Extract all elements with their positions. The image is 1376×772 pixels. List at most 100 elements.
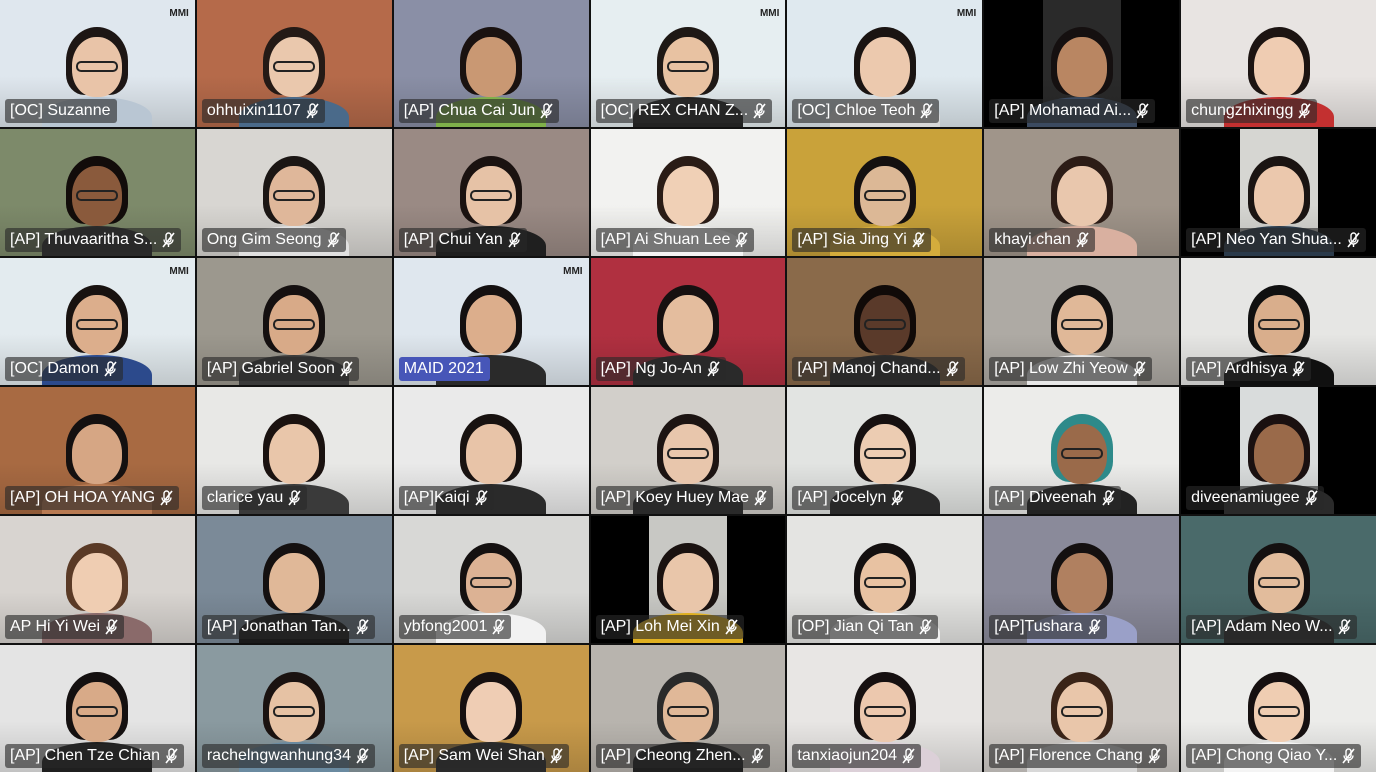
participant-name: ybfong2001 — [403, 618, 488, 635]
participant-tile[interactable]: [AP] Loh Mei Xin — [590, 516, 786, 643]
participant-name: [AP] Ng Jo-An — [600, 360, 702, 377]
participant-name-label: [AP] Ng Jo-An — [595, 357, 726, 381]
participant-tile[interactable]: tanxiaojun204 — [787, 645, 983, 772]
participant-tile[interactable]: [AP] Manoj Chand... — [787, 258, 983, 385]
participant-tile[interactable]: Ong Gim Seong — [196, 129, 392, 256]
participant-name: tanxiaojun204 — [797, 747, 898, 764]
participant-name-label: [AP] OH HOA YANG — [5, 486, 180, 510]
participant-tile[interactable]: MMI [OC] Suzanne — [0, 0, 195, 127]
participant-tile[interactable]: chungzhixingg — [1181, 0, 1376, 127]
participant-tile[interactable]: [AP] Thuvaaritha S... — [0, 129, 195, 256]
participant-tile[interactable]: [AP]Tushara — [984, 516, 1180, 643]
participant-name-label: MAID 2021 — [398, 357, 490, 381]
participant-name-label: [OC] Chloe Teoh — [792, 99, 940, 123]
participant-name-label: [AP] Ai Shuan Lee — [595, 228, 755, 252]
participant-name-label: [AP] Thuvaaritha S... — [5, 228, 182, 252]
participant-name: [OC] Suzanne — [10, 102, 111, 119]
participant-tile[interactable]: [AP] Cheong Zhen... — [590, 645, 786, 772]
participant-name-label: Ong Gim Seong — [201, 228, 346, 252]
muted-mic-icon — [105, 619, 118, 635]
participant-tile[interactable]: diveenamiugee — [1181, 387, 1376, 514]
participant-tile[interactable]: [AP] Jocelyn — [787, 387, 983, 514]
participant-tile[interactable]: [AP] Ai Shuan Lee — [590, 129, 786, 256]
participant-tile[interactable]: [AP] Ng Jo-An — [590, 258, 786, 385]
participant-tile[interactable]: ybfong2001 — [393, 516, 589, 643]
participant-face — [269, 553, 320, 613]
participant-name: ohhuixin1107 — [206, 102, 301, 119]
muted-mic-icon — [918, 619, 932, 635]
participant-tile[interactable]: MMI [OC] Chloe Teoh — [787, 0, 983, 127]
participant-tile[interactable]: [AP] Adam Neo W... — [1181, 516, 1376, 643]
participant-tile[interactable]: [AP] Koey Huey Mae — [590, 387, 786, 514]
participant-tile[interactable]: ohhuixin1107 — [196, 0, 392, 127]
muted-mic-icon — [707, 361, 720, 377]
glasses — [273, 319, 316, 330]
muted-mic-icon — [1292, 361, 1305, 377]
muted-mic-icon — [356, 748, 369, 764]
glasses — [273, 61, 316, 72]
participant-tile[interactable]: [AP] Ardhisya — [1181, 258, 1376, 385]
participant-name-label: [AP] Florence Chang — [989, 744, 1167, 768]
participant-name: [AP] Ai Shuan Lee — [600, 231, 731, 248]
muted-mic-icon — [540, 103, 553, 119]
glasses — [1060, 706, 1103, 717]
participant-tile[interactable]: [AP] Florence Chang — [984, 645, 1180, 772]
participant-tile[interactable]: [AP] Sia Jing Yi — [787, 129, 983, 256]
participant-name: [AP] Chui Yan — [403, 231, 503, 248]
participant-tile[interactable]: [AP] Low Zhi Yeow — [984, 258, 1180, 385]
muted-mic-icon — [920, 103, 934, 119]
participant-tile[interactable]: [AP] Chui Yan — [393, 129, 589, 256]
participant-name: AP Hi Yi Wei — [10, 618, 101, 635]
participant-name-label: ohhuixin1107 — [201, 99, 325, 123]
participant-tile[interactable]: [AP] Chong Qiao Y... — [1181, 645, 1376, 772]
participant-tile[interactable]: [AP] Diveenah — [984, 387, 1180, 514]
glasses — [76, 706, 119, 717]
participant-tile[interactable]: [AP] OH HOA YANG — [0, 387, 195, 514]
participant-name: rachelngwanhung34 — [206, 747, 351, 764]
glasses — [76, 61, 119, 72]
participant-name-label: [AP] Loh Mei Xin — [595, 615, 744, 639]
participant-name: clarice yau — [206, 489, 284, 506]
participant-tile[interactable]: AP Hi Yi Wei — [0, 516, 195, 643]
participant-name-label: [AP] Ardhisya — [1186, 357, 1312, 381]
participant-name-label: [AP] Neo Yan Shua... — [1186, 228, 1366, 252]
muted-mic-icon — [550, 748, 563, 764]
muted-mic-icon — [288, 490, 301, 506]
glasses — [1257, 577, 1300, 588]
participant-face — [72, 553, 123, 613]
muted-mic-icon — [912, 232, 925, 248]
participant-tile[interactable]: MMI [OC] REX CHAN Z... — [590, 0, 786, 127]
participant-tile[interactable]: khayi.chan — [984, 129, 1180, 256]
participant-tile[interactable]: clarice yau — [196, 387, 392, 514]
participant-name-label: [AP] Cheong Zhen... — [595, 744, 770, 768]
participant-tile[interactable]: [AP] Chua Cai Jun — [393, 0, 589, 127]
participant-name-label: [OP] Jian Qi Tan — [792, 615, 938, 639]
participant-tile[interactable]: [AP] Sam Wei Shan — [393, 645, 589, 772]
participant-tile[interactable]: [OP] Jian Qi Tan — [787, 516, 983, 643]
muted-mic-icon — [1342, 748, 1355, 764]
participant-tile[interactable]: MMI MAID 2021 — [393, 258, 589, 385]
glasses — [273, 706, 316, 717]
participant-name: diveenamiugee — [1191, 489, 1300, 506]
participant-name: [AP] Jocelyn — [797, 489, 887, 506]
participant-tile[interactable]: [AP]Kaiqi — [393, 387, 589, 514]
participant-tile[interactable]: [AP] Chen Tze Chian — [0, 645, 195, 772]
participant-tile[interactable]: MMI [OC] Damon — [0, 258, 195, 385]
participant-face — [466, 37, 517, 97]
participant-name: [AP] Diveenah — [994, 489, 1097, 506]
participant-name: [AP] Neo Yan Shua... — [1191, 231, 1342, 248]
participant-name-label: ybfong2001 — [398, 615, 512, 639]
participant-tile[interactable]: [AP] Mohamad Ai... — [984, 0, 1180, 127]
muted-mic-icon — [1347, 232, 1360, 248]
participant-tile[interactable]: [AP] Neo Yan Shua... — [1181, 129, 1376, 256]
video-gallery-grid: MMI [OC] Suzanne ohhuixin1107 [AP] Chua Cai… — [0, 0, 1376, 772]
participant-tile[interactable]: [AP] Gabriel Soon — [196, 258, 392, 385]
participant-name: [AP] Manoj Chand... — [797, 360, 941, 377]
participant-tile[interactable]: rachelngwanhung34 — [196, 645, 392, 772]
participant-tile[interactable]: [AP] Jonathan Tan... — [196, 516, 392, 643]
muted-mic-icon — [1087, 619, 1101, 635]
participant-name-label: [AP] Mohamad Ai... — [989, 99, 1156, 123]
participant-name: [AP] Adam Neo W... — [1191, 618, 1333, 635]
glasses — [1060, 319, 1103, 330]
participant-name-label: [AP] Chui Yan — [398, 228, 527, 252]
